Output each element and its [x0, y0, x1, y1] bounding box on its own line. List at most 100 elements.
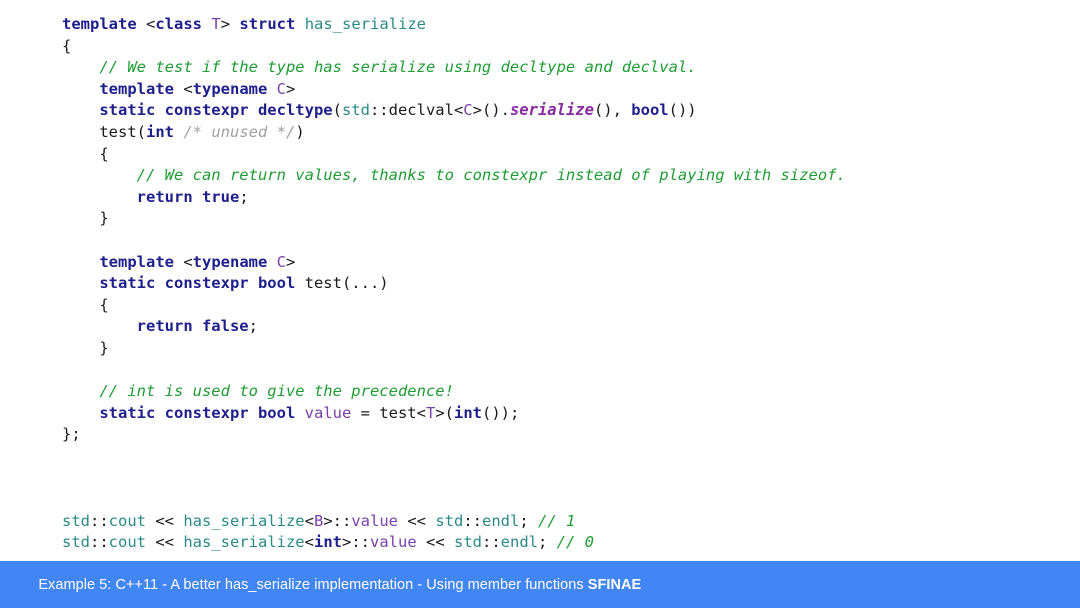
- code-token-plain: {: [62, 295, 109, 314]
- code-token-plain: {: [62, 36, 72, 55]
- code-token-kw: int: [146, 122, 174, 141]
- code-token-plain: ::: [463, 511, 483, 530]
- code-token-type: has_serialize: [183, 511, 305, 530]
- code-token-plain: ;: [239, 187, 249, 206]
- code-token-plain: >: [286, 252, 296, 271]
- code-token-type: std: [454, 533, 482, 552]
- code-token-plain: <<: [398, 511, 436, 530]
- code-token-plain: test(...): [295, 274, 389, 293]
- code-line: {: [62, 295, 1080, 317]
- code-token-plain: ::declval<: [369, 101, 464, 120]
- code-line: // int is used to give the precedence!: [62, 381, 1080, 403]
- code-token-plain: <: [304, 511, 314, 530]
- code-token-plain: <<: [416, 533, 454, 552]
- banner-caption: Example 5: C++11 - A better has_serializ…: [0, 561, 641, 609]
- code-token-type: cout: [108, 533, 146, 552]
- code-token-plain: <<: [146, 533, 184, 552]
- code-token-kw: class: [155, 15, 202, 33]
- code-token-kw: static constexpr decltype: [99, 101, 333, 120]
- code-line: std::cout << has_serialize<int>::value <…: [62, 532, 1080, 554]
- code-token-plain: {: [62, 144, 109, 163]
- code-line: [62, 360, 1080, 382]
- code-token-plain: >: [220, 15, 240, 33]
- code-line: template <typename C>: [62, 79, 1080, 101]
- code-token-tparam: C: [276, 79, 286, 98]
- code-token-plain: ;: [519, 511, 539, 530]
- code-token-comment: // 1: [538, 511, 576, 530]
- code-line: [62, 489, 1080, 511]
- code-token-comment: // We test if the type has serialize usi…: [99, 58, 697, 77]
- code-token-tparam: C: [276, 252, 286, 271]
- code-token-plain: ;: [248, 317, 258, 336]
- code-token-plain: >::: [323, 511, 352, 530]
- code-line: static constexpr bool value = test<T>(in…: [62, 403, 1080, 425]
- code-line: template <typename C>: [62, 252, 1080, 274]
- code-token-plain: ::: [90, 511, 109, 530]
- code-line: {: [62, 144, 1080, 166]
- code-line: [62, 467, 1080, 489]
- banner-caption-emphasis: SFINAE: [587, 576, 642, 593]
- code-token-comment: // We can return values, thanks to const…: [136, 166, 846, 185]
- code-token-plain: = test<: [351, 403, 426, 422]
- code-token-member: serialize: [509, 101, 594, 120]
- code-token-plain: <: [304, 533, 314, 552]
- code-token-kw: int: [314, 533, 342, 552]
- code-token-kw: static constexpr bool: [99, 403, 296, 422]
- code-token-tparam: value: [370, 533, 417, 552]
- code-token-type: std: [62, 511, 90, 530]
- code-token-kw: typename: [192, 79, 268, 98]
- code-token-type: cout: [108, 511, 146, 530]
- code-line: }: [62, 338, 1080, 360]
- code-token-plain: };: [62, 425, 81, 444]
- code-token-plain: <<: [146, 511, 184, 530]
- code-line: static constexpr bool test(...): [62, 273, 1080, 295]
- code-token-type: std: [341, 101, 370, 120]
- code-token-plain: >().: [472, 101, 510, 120]
- code-token-type: std: [62, 533, 90, 552]
- code-line: std::cout << has_serialize<B>::value << …: [62, 511, 1080, 533]
- code-token-type: endl: [482, 511, 520, 530]
- code-token-plain: >::: [342, 533, 370, 552]
- code-token-type: has_serialize: [304, 15, 427, 33]
- code-token-comment: // int is used to give the precedence!: [99, 382, 454, 401]
- code-token-plain: test(: [62, 122, 146, 141]
- code-token-plain: ()): [668, 101, 697, 120]
- code-line: // We test if the type has serialize usi…: [62, 57, 1080, 79]
- code-token-plain: ::: [90, 533, 109, 552]
- code-token-tparam: value: [304, 403, 352, 422]
- code-line: [62, 446, 1080, 468]
- code-token-kw: struct: [239, 15, 296, 33]
- code-token-plain: (: [332, 101, 342, 120]
- code-block: template <class T> struct has_serialize{…: [0, 0, 1080, 561]
- code-token-plain: <: [173, 79, 193, 98]
- code-token-plain: ;: [538, 533, 557, 552]
- code-token-kw: template: [62, 15, 137, 33]
- code-line: static constexpr decltype(std::declval<C…: [62, 100, 1080, 122]
- code-token-plain: ): [295, 122, 305, 141]
- code-line: [62, 230, 1080, 252]
- code-token-type: endl: [500, 533, 538, 552]
- code-token-kw: static constexpr bool: [99, 274, 296, 293]
- banner-caption-prefix: Example 5: C++11 - A better has_serializ…: [38, 576, 588, 593]
- code-token-kw: int: [453, 403, 482, 422]
- code-token-tparam: B: [314, 511, 324, 530]
- code-token-plain: ());: [481, 403, 520, 422]
- code-token-plain: }: [62, 338, 109, 357]
- code-line: // We can return values, thanks to const…: [62, 165, 1080, 187]
- code-token-kw: template: [99, 252, 174, 271]
